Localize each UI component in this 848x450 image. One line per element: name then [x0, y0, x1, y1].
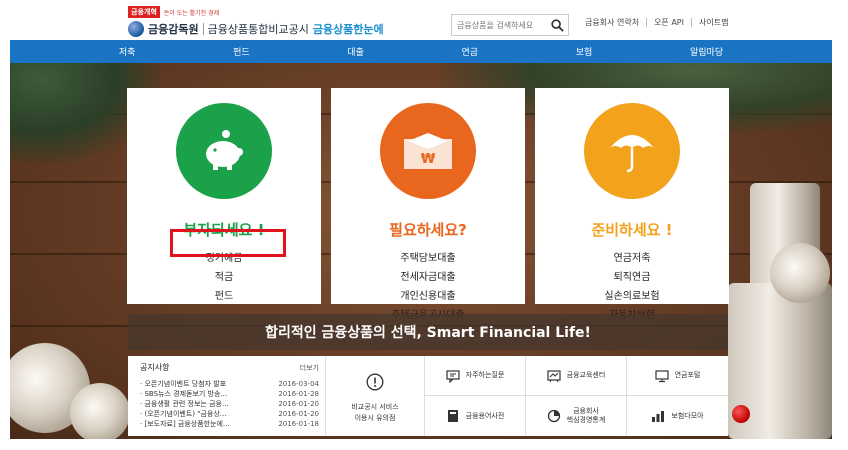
piggy-bank-icon — [206, 130, 243, 170]
slogan-banner: 합리적인 금융상품의 선택, Smart Financial Life! — [128, 314, 728, 350]
globe-icon — [128, 21, 144, 37]
notice-item[interactable]: · [보도자료] 금융상품한눈에... 2016-01-18 — [140, 419, 319, 429]
service-notice-link[interactable]: 비교공시 서비스 이용시 유의점 — [325, 356, 424, 436]
monitor-icon — [655, 369, 669, 382]
utility-links: 금융회사 연락처 오픈 API 사이트맵 — [578, 17, 735, 28]
quick-link-statistics[interactable]: 금융회사 핵심경영통계 — [526, 396, 627, 436]
quick-link-glossary[interactable]: 금융용어사전 — [425, 396, 526, 436]
quick-link-label: 보험다모아 — [671, 411, 704, 420]
quick-links-grid: 자주하는질문 금융교육센터 연금포털 금융용어사전 금융회사 핵심경영통계 보험… — [424, 356, 728, 436]
card-heading: 준비하세요 ! — [591, 221, 673, 239]
site-header: 금융개혁 돈이 도는 활기찬 경제 금융감독원 금융상품통합비교공시 금융상품한… — [0, 0, 848, 40]
exclamation-icon — [366, 373, 384, 391]
nav-insurance[interactable]: 보험 — [576, 45, 593, 58]
sitemap-link[interactable]: 사이트맵 — [692, 17, 735, 28]
notice-item-title: 오픈기념이벤트 당첨자 발표 — [144, 380, 227, 388]
notice-item-title: 금융생활 관련 정보는 금융... — [144, 400, 229, 408]
product-link-installment-savings[interactable]: 적금 — [127, 268, 321, 287]
site-logo[interactable]: 금융개혁 돈이 도는 활기찬 경제 금융감독원 금융상품통합비교공시 금융상품한… — [128, 6, 384, 37]
bottom-panel: 공지사항 더보기 · 오픈기념이벤트 당첨자 발표 2016-03-04 · SB… — [128, 356, 728, 436]
product-link-fund[interactable]: 펀드 — [127, 287, 321, 306]
notice-item-date: 2016-03-04 — [278, 380, 319, 388]
card-savings: 부자되세요 ! 정기예금 적금 펀드 — [127, 88, 321, 304]
notice-item[interactable]: · (오픈기념이벤트) "금융상... 2016-01-20 — [140, 409, 319, 419]
notice-item-title: [보도자료] 금융상품한눈에... — [144, 420, 230, 428]
quick-link-label: 금융용어사전 — [465, 411, 505, 420]
quick-link-label: 연금포털 — [674, 371, 701, 379]
pie-chart-icon — [547, 409, 560, 423]
quick-link-insurance-compare[interactable]: 보험다모아 — [627, 396, 728, 436]
chat-icon — [446, 369, 460, 383]
product-link-jeonse-loan[interactable]: 전세자금대출 — [331, 268, 525, 287]
product-link-medical-insurance[interactable]: 실손의료보험 — [535, 287, 729, 306]
search-input[interactable] — [457, 20, 549, 30]
logo-org: 금융감독원 — [148, 23, 199, 36]
notice-item-date: 2016-01-20 — [278, 410, 319, 418]
svg-text:₩: ₩ — [421, 152, 436, 167]
nav-pension[interactable]: 연금 — [462, 45, 479, 58]
more-link[interactable]: 더보기 — [300, 363, 319, 373]
notice-item-date: 2016-01-18 — [278, 420, 319, 428]
notice-title: 공지사항 — [140, 363, 170, 372]
quick-link-pension-portal[interactable]: 연금포털 — [627, 356, 728, 396]
card-icon-circle — [176, 103, 272, 199]
notice-item-title: SBS뉴스 경제돋보기 방송... — [144, 390, 228, 398]
card-retirement: 준비하세요 ! 연금저축 퇴직연금 실손의료보험 자동차보험 — [535, 88, 729, 321]
product-link-retirement-pension[interactable]: 퇴직연금 — [535, 268, 729, 287]
notice-item-date: 2016-01-20 — [278, 400, 319, 408]
company-contacts-link[interactable]: 금융회사 연락처 — [578, 17, 646, 28]
guide-line-2: 이용시 유의점 — [354, 414, 396, 422]
quick-link-label: 금융회사 핵심경영통계 — [566, 407, 606, 424]
book-icon — [447, 410, 458, 422]
notice-item[interactable]: · 오픈기념이벤트 당첨자 발표 2016-03-04 — [140, 379, 319, 389]
quick-link-label: 자주하는질문 — [465, 371, 505, 379]
search-box — [451, 14, 569, 36]
main-nav: 저축 펀드 대출 연금 보험 알림마당 — [10, 40, 832, 63]
pine-cone-decoration — [770, 243, 830, 303]
nav-savings[interactable]: 저축 — [119, 45, 136, 58]
quick-link-education[interactable]: 금융교육센터 — [526, 356, 627, 396]
notice-board: 공지사항 더보기 · 오픈기념이벤트 당첨자 발표 2016-03-04 · SB… — [128, 356, 325, 436]
banner-text: 합리적인 금융상품의 선택, Smart Financial Life! — [265, 325, 591, 341]
logo-subtitle: 금융상품통합비교공시 — [207, 23, 309, 36]
product-link-pension-savings[interactable]: 연금저축 — [535, 249, 729, 268]
divider — [202, 23, 204, 35]
nav-funds[interactable]: 펀드 — [233, 45, 250, 58]
pine-cone-decoration — [70, 383, 130, 439]
umbrella-icon — [610, 135, 654, 173]
highlight-box — [170, 229, 286, 257]
card-loans: ₩ 필요하세요? 주택담보대출 전세자금대출 개인신용대출 주택금융공사대출 — [331, 88, 525, 321]
board-icon — [547, 369, 561, 382]
coins-icon — [652, 411, 665, 422]
search-icon[interactable] — [551, 19, 564, 32]
logo-slogan: 돈이 도는 활기찬 경제 — [163, 9, 220, 17]
open-api-link[interactable]: 오픈 API — [647, 17, 691, 28]
won-envelope-icon: ₩ — [404, 133, 452, 169]
guide-line-1: 비교공시 서비스 — [351, 403, 399, 411]
quick-link-label: 금융교육센터 — [566, 371, 606, 379]
notice-item-date: 2016-01-28 — [278, 390, 319, 398]
product-link-mortgage[interactable]: 주택담보대출 — [331, 249, 525, 268]
nav-notices[interactable]: 알림마당 — [690, 45, 723, 58]
logo-brand: 금융상품한눈에 — [312, 23, 384, 36]
berry-decoration — [732, 405, 750, 423]
notice-item-title: (오픈기념이벤트) "금융상... — [144, 410, 227, 418]
card-icon-circle — [584, 103, 680, 199]
logo-badge: 금융개혁 — [128, 6, 160, 18]
nav-loans[interactable]: 대출 — [347, 45, 364, 58]
notice-item[interactable]: · 금융생활 관련 정보는 금융... 2016-01-20 — [140, 399, 319, 409]
quick-link-faq[interactable]: 자주하는질문 — [425, 356, 526, 396]
card-heading: 필요하세요? — [389, 221, 467, 239]
notice-item[interactable]: · SBS뉴스 경제돋보기 방송... 2016-01-28 — [140, 389, 319, 399]
product-link-personal-credit-loan[interactable]: 개인신용대출 — [331, 287, 525, 306]
card-icon-circle: ₩ — [380, 103, 476, 199]
